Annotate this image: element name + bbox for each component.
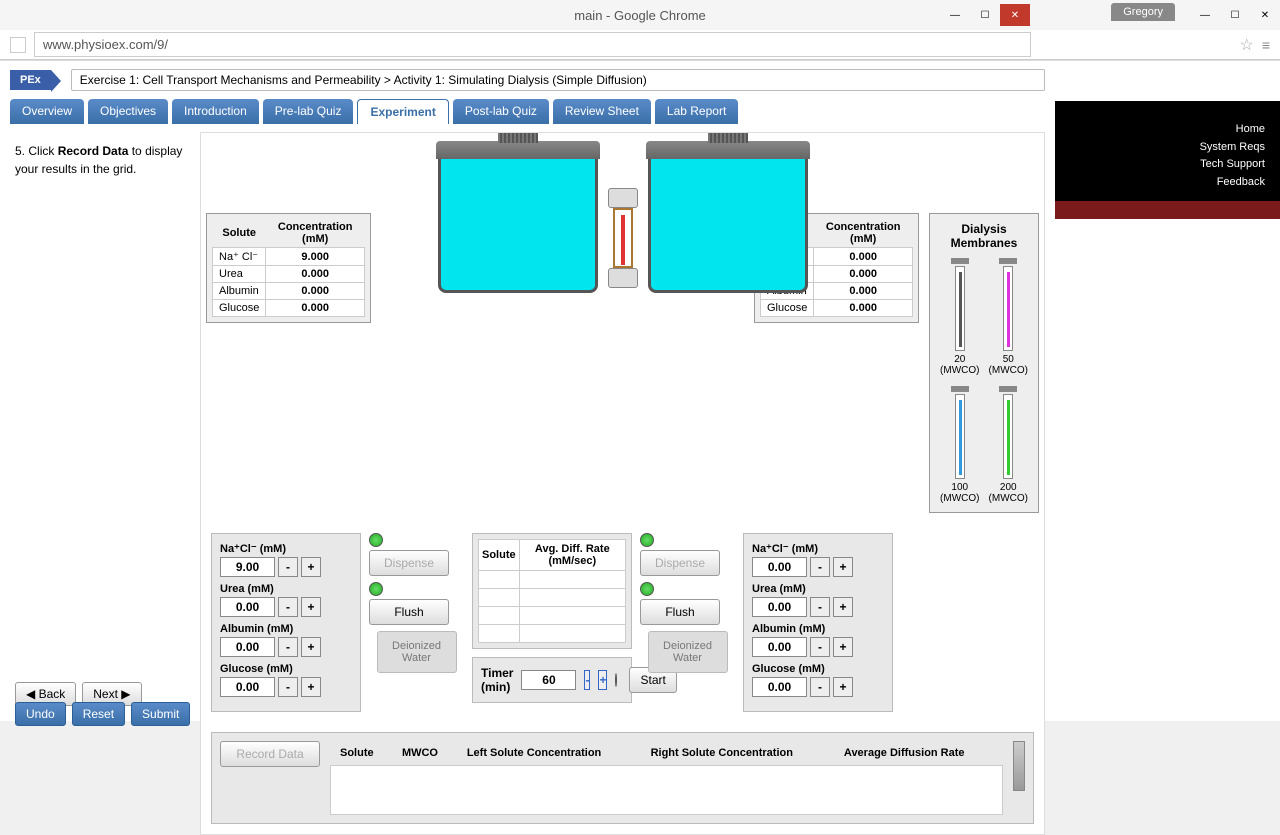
maximize-button[interactable]: ☐ — [970, 4, 1000, 26]
tab-prelab[interactable]: Pre-lab Quiz — [263, 99, 354, 124]
maximize-button-2[interactable]: ☐ — [1220, 4, 1250, 26]
menu-icon[interactable]: ≡ — [1262, 37, 1270, 53]
left-beaker — [438, 153, 598, 293]
left-deionized-label: Deionized Water — [377, 631, 457, 673]
menu-feedback[interactable]: Feedback — [1070, 174, 1265, 192]
left-urea-input[interactable] — [220, 597, 275, 617]
diffusion-table: SoluteAvg. Diff. Rate (mM/sec) — [472, 533, 632, 649]
right-beaker — [648, 153, 808, 293]
tab-postlab[interactable]: Post-lab Quiz — [453, 99, 549, 124]
undo-button[interactable]: Undo — [15, 702, 66, 726]
minimize-button[interactable]: — — [940, 4, 970, 26]
scrollbar[interactable] — [1013, 741, 1025, 791]
bookmark-icon[interactable]: ☆ — [1239, 35, 1253, 55]
user-tab[interactable]: Gregory — [1111, 3, 1175, 21]
instructions: 5. Click Record Data to display your res… — [0, 132, 200, 835]
timer-plus[interactable]: + — [598, 670, 607, 690]
menu-home[interactable]: Home — [1070, 121, 1265, 139]
tab-labreport[interactable]: Lab Report — [655, 99, 738, 124]
right-albumin-input[interactable] — [752, 637, 807, 657]
tab-introduction[interactable]: Introduction — [172, 99, 259, 124]
record-data-button[interactable]: Record Data — [220, 741, 320, 767]
right-nacl-minus[interactable]: - — [810, 557, 830, 577]
left-albumin-plus[interactable]: + — [301, 637, 321, 657]
led-icon — [615, 673, 617, 687]
membrane-200[interactable]: 200(MWCO) — [989, 386, 1028, 504]
menu-support[interactable]: Tech Support — [1070, 156, 1265, 174]
right-deionized-label: Deionized Water — [648, 631, 728, 673]
tab-review[interactable]: Review Sheet — [553, 99, 651, 124]
left-glucose-plus[interactable]: + — [301, 677, 321, 697]
right-dispense-button[interactable]: Dispense — [640, 550, 720, 576]
right-urea-input[interactable] — [752, 597, 807, 617]
left-nacl-plus[interactable]: + — [301, 557, 321, 577]
left-albumin-minus[interactable]: - — [278, 637, 298, 657]
tab-bar: Overview Objectives Introduction Pre-lab… — [10, 99, 1045, 124]
left-glucose-input[interactable] — [220, 677, 275, 697]
left-nacl-input[interactable] — [220, 557, 275, 577]
data-grid: Record Data Solute MWCO Left Solute Conc… — [211, 732, 1034, 824]
side-menu: Home System Reqs Tech Support Feedback — [1055, 101, 1280, 201]
tab-objectives[interactable]: Objectives — [88, 99, 168, 124]
left-concentration-controls: Na⁺Cl⁻ (mM)-+ Urea (mM)-+ Albumin (mM)-+… — [211, 533, 361, 712]
minimize-button-2[interactable]: — — [1190, 4, 1220, 26]
breadcrumb: Exercise 1: Cell Transport Mechanisms an… — [71, 69, 1045, 91]
right-albumin-minus[interactable]: - — [810, 637, 830, 657]
led-icon — [369, 533, 383, 547]
left-glucose-minus[interactable]: - — [278, 677, 298, 697]
timer-minus[interactable]: - — [584, 670, 590, 690]
right-albumin-plus[interactable]: + — [833, 637, 853, 657]
close-button[interactable]: ✕ — [1000, 4, 1030, 26]
title-bar: main - Google Chrome — ☐ ✕ Gregory — ☐ ✕ — [0, 0, 1280, 30]
left-flush-button[interactable]: Flush — [369, 599, 449, 625]
led-icon — [640, 582, 654, 596]
led-icon — [640, 533, 654, 547]
right-flush-button[interactable]: Flush — [640, 599, 720, 625]
menu-sysreqs[interactable]: System Reqs — [1070, 139, 1265, 157]
left-albumin-input[interactable] — [220, 637, 275, 657]
tab-experiment[interactable]: Experiment — [357, 99, 448, 124]
left-urea-minus[interactable]: - — [278, 597, 298, 617]
led-icon — [369, 582, 383, 596]
left-nacl-minus[interactable]: - — [278, 557, 298, 577]
right-urea-plus[interactable]: + — [833, 597, 853, 617]
url-bar[interactable]: www.physioex.com/9/ — [34, 32, 1031, 57]
pex-badge: PEx — [10, 70, 51, 90]
right-glucose-input[interactable] — [752, 677, 807, 697]
left-urea-plus[interactable]: + — [301, 597, 321, 617]
experiment-area: SoluteConcentration (mM) Na⁺ Cl⁻9.000 Ur… — [200, 132, 1045, 835]
tab-overview[interactable]: Overview — [10, 99, 84, 124]
window-title: main - Google Chrome — [574, 8, 706, 23]
membrane-100[interactable]: 100(MWCO) — [940, 386, 979, 504]
timer-label: Timer (min) — [481, 666, 513, 694]
right-nacl-plus[interactable]: + — [833, 557, 853, 577]
right-urea-minus[interactable]: - — [810, 597, 830, 617]
submit-button[interactable]: Submit — [131, 702, 190, 726]
left-dispense-button[interactable]: Dispense — [369, 550, 449, 576]
membrane-holder[interactable] — [608, 188, 638, 278]
right-nacl-input[interactable] — [752, 557, 807, 577]
timer-input[interactable] — [521, 670, 576, 690]
right-glucose-plus[interactable]: + — [833, 677, 853, 697]
right-glucose-minus[interactable]: - — [810, 677, 830, 697]
right-concentration-controls: Na⁺Cl⁻ (mM)-+ Urea (mM)-+ Albumin (mM)-+… — [743, 533, 893, 712]
favicon — [10, 37, 26, 53]
close-button-2[interactable]: ✕ — [1250, 4, 1280, 26]
red-bar — [1055, 201, 1280, 219]
reset-button[interactable]: Reset — [72, 702, 125, 726]
